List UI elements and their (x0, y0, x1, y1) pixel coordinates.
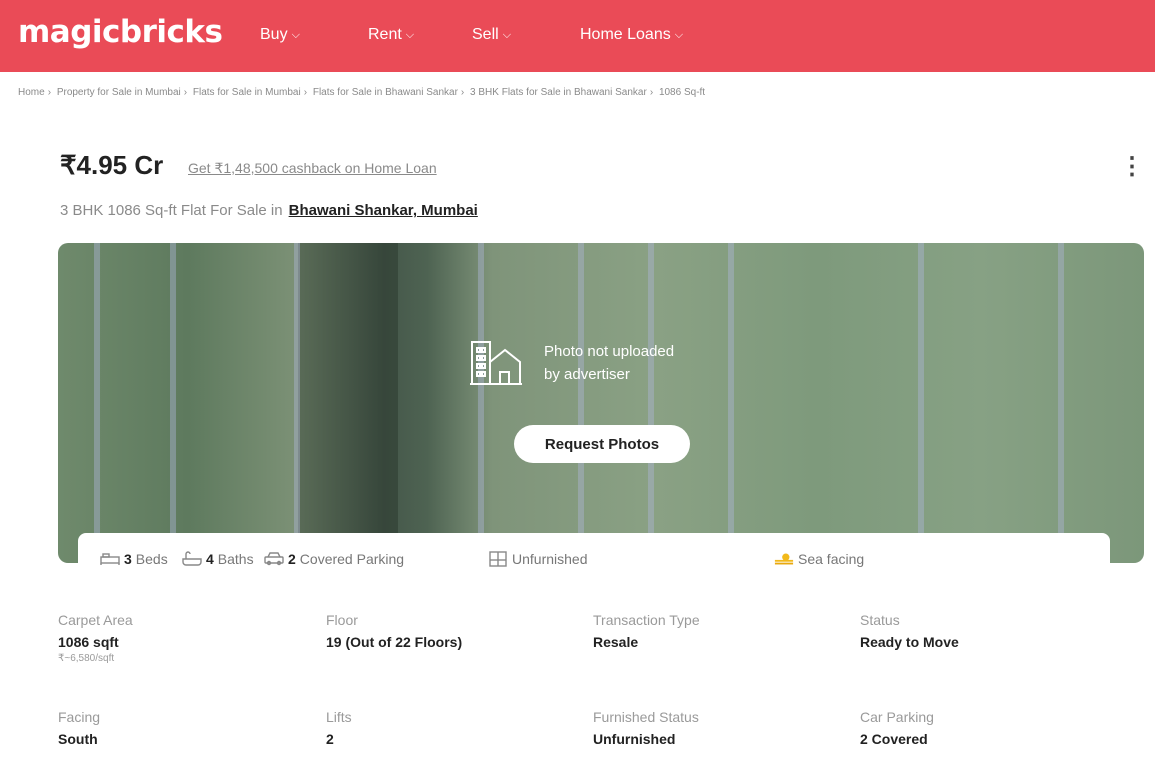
detail-sub-value: ₹~6,580/sqft (58, 653, 115, 664)
magicbricks-logo[interactable]: magicbricks (18, 14, 223, 50)
nav-sell-label: Sell (472, 26, 499, 43)
amenities-bar: 3 Beds 4 Baths 2 Covered Parking Unfurnishe… (78, 533, 1110, 585)
beds-summary: 3 Beds (100, 551, 168, 567)
photo-message: Photo not uploaded by advertiser (468, 338, 674, 388)
furnishing-summary: Unfurnished (488, 551, 588, 567)
detail-carpet-area: Carpet Area 1086 sqft ₹~6,580/sqft (58, 612, 133, 664)
detail-lifts: Lifts 2 (326, 709, 352, 747)
detail-label: Lifts (326, 709, 352, 725)
photo-stripe (94, 243, 100, 563)
breadcrumb-separator: › (183, 87, 188, 98)
wardrobe-icon (488, 551, 508, 567)
baths-label: Baths (217, 551, 254, 567)
cashback-link[interactable]: Get ₹1,48,500 cashback on Home Loan (188, 160, 437, 177)
nav-buy-label: Buy (260, 26, 288, 43)
breadcrumb-item[interactable]: Home (18, 87, 45, 98)
parking-count: 2 (288, 551, 296, 567)
breadcrumb-item[interactable]: Flats for Sale in Mumbai (193, 87, 301, 98)
breadcrumb-separator: › (460, 87, 465, 98)
detail-furnished-status: Furnished Status Unfurnished (593, 709, 699, 747)
photo-stripe (1058, 243, 1064, 563)
nav-home-loans[interactable]: Home Loans ⌵ (580, 26, 683, 44)
nav-sell[interactable]: Sell ⌵ (472, 26, 511, 44)
photo-shadow (298, 243, 398, 563)
top-header: magicbricks Buy ⌵ Rent ⌵ Sell ⌵ Home Loa… (0, 0, 1155, 72)
detail-value: Resale (593, 634, 639, 650)
detail-label: Car Parking (860, 709, 934, 725)
photo-stripe (578, 243, 584, 563)
nav-rent[interactable]: Rent ⌵ (368, 26, 414, 44)
detail-value: 1086 sqft (58, 634, 119, 650)
photo-stripe (918, 243, 924, 563)
detail-value: 2 Covered (860, 731, 928, 747)
bed-icon (100, 551, 120, 567)
detail-label: Facing (58, 709, 101, 725)
car-icon (264, 551, 284, 567)
bathtub-icon (182, 551, 202, 567)
parking-summary: 2 Covered Parking (264, 551, 404, 567)
photo-stripe (170, 243, 176, 563)
photo-stripe (294, 243, 300, 563)
photo-stripe (478, 243, 484, 563)
breadcrumb-separator: › (649, 87, 654, 98)
chevron-down-icon: ⌵ (405, 28, 415, 41)
breadcrumb-item[interactable]: 3 BHK Flats for Sale in Bhawani Sankar (470, 87, 647, 98)
request-photos-button[interactable]: Request Photos (514, 425, 690, 463)
nav-home-loans-label: Home Loans (580, 26, 671, 43)
sea-facing-summary: Sea facing (774, 551, 864, 567)
detail-label: Transaction Type (593, 612, 700, 628)
chevron-down-icon: ⌵ (502, 28, 512, 41)
location-link[interactable]: Bhawani Shankar, Mumbai (289, 202, 478, 219)
beds-label: Beds (135, 551, 168, 567)
detail-label: Carpet Area (58, 612, 133, 628)
parking-label: Covered Parking (299, 551, 405, 567)
detail-label: Status (860, 612, 900, 628)
listing-subtitle: 3 BHK 1086 Sq-ft Flat For Sale in Bhawani… (60, 202, 478, 219)
sea-facing-icon (774, 551, 794, 567)
photo-message-text: Photo not uploaded by advertiser (544, 340, 674, 386)
photo-message-line: by advertiser (544, 366, 630, 383)
more-options-icon[interactable]: ⋮ (1120, 152, 1144, 181)
chevron-down-icon: ⌵ (674, 28, 684, 41)
detail-value: Ready to Move (860, 634, 959, 650)
furnishing-label: Unfurnished (512, 551, 588, 567)
sea-facing-label: Sea facing (798, 551, 865, 567)
breadcrumb: Home › Property for Sale in Mumbai › Flats… (18, 87, 705, 98)
breadcrumb-separator: › (47, 87, 52, 98)
detail-status: Status Ready to Move (860, 612, 959, 650)
chevron-down-icon: ⌵ (291, 28, 300, 41)
listing-subtitle-text: 3 BHK 1086 Sq-ft Flat For Sale in (60, 202, 283, 219)
detail-value: 2 (326, 731, 334, 747)
nav-rent-label: Rent (368, 26, 402, 43)
photo-message-line: Photo not uploaded (544, 343, 675, 360)
detail-value: Unfurnished (593, 731, 676, 747)
breadcrumb-current: 1086 Sq-ft (658, 87, 706, 98)
detail-label: Furnished Status (593, 709, 699, 725)
photo-stripe (648, 243, 654, 563)
beds-count: 3 (124, 551, 132, 567)
detail-floor: Floor 19 (Out of 22 Floors) (326, 612, 462, 650)
detail-facing: Facing South (58, 709, 100, 747)
listing-price: ₹4.95 Cr (60, 150, 164, 180)
breadcrumb-item[interactable]: Flats for Sale in Bhawani Sankar (313, 87, 458, 98)
detail-transaction-type: Transaction Type Resale (593, 612, 700, 650)
building-icon (470, 341, 522, 385)
detail-value: South (58, 731, 98, 747)
photo-stripe (728, 243, 734, 563)
detail-value: 19 (Out of 22 Floors) (326, 634, 463, 650)
baths-count: 4 (206, 551, 214, 567)
nav-buy[interactable]: Buy ⌵ (260, 26, 300, 44)
detail-label: Floor (326, 612, 358, 628)
detail-car-parking: Car Parking 2 Covered (860, 709, 934, 747)
breadcrumb-separator: › (303, 87, 308, 98)
photo-placeholder: Photo not uploaded by advertiser Request… (58, 243, 1144, 563)
breadcrumb-item[interactable]: Property for Sale in Mumbai (57, 87, 181, 98)
baths-summary: 4 Baths (182, 551, 254, 567)
